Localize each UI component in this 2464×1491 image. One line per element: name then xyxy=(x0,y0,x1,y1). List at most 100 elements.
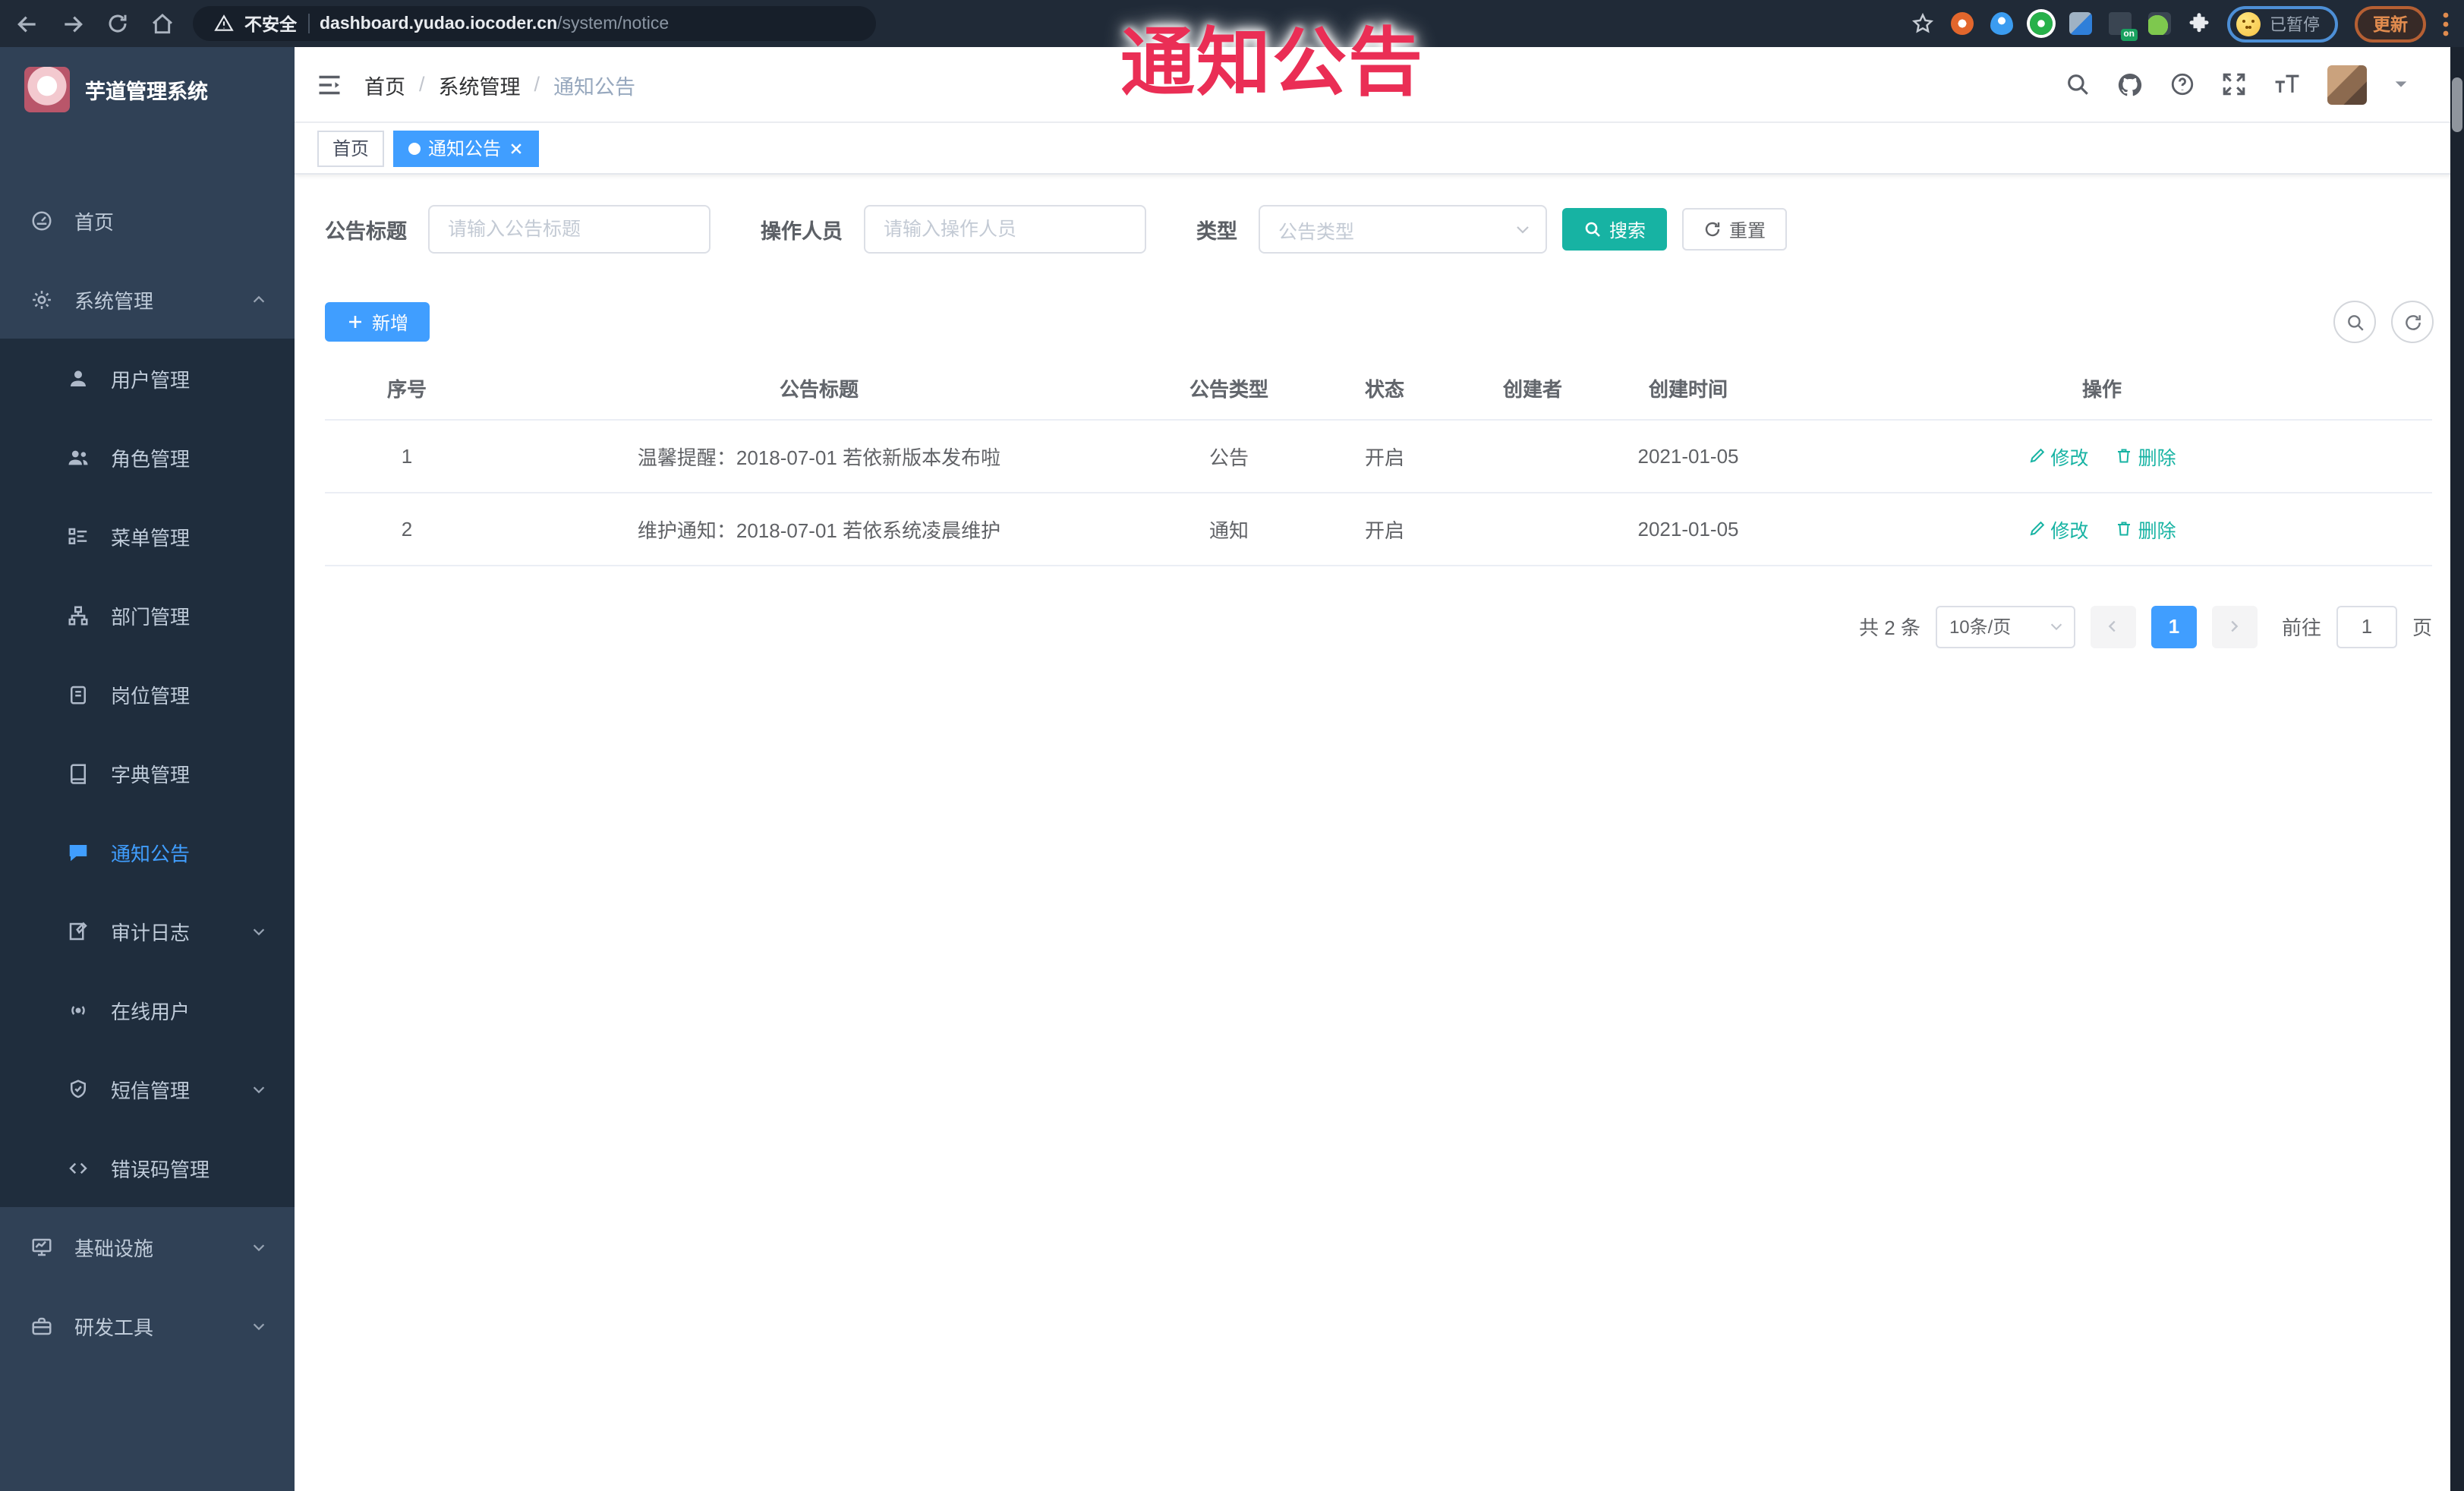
font-size-icon[interactable] xyxy=(2273,71,2302,97)
sidebar-item-infra[interactable]: 基础设施 xyxy=(0,1207,295,1286)
forward-icon[interactable] xyxy=(61,11,85,36)
prev-page-button[interactable] xyxy=(2090,605,2136,648)
table-row[interactable]: 1 温馨提醒：2018-07-01 若依新版本发布啦 公告 开启 2021-01… xyxy=(325,419,2432,493)
next-page-button[interactable] xyxy=(2211,605,2258,648)
home-icon[interactable] xyxy=(150,11,175,36)
refresh-table-button[interactable] xyxy=(2391,301,2434,343)
edit-button[interactable]: 修改 xyxy=(2028,514,2088,543)
notice-table: 序号 公告标题 公告类型 状态 创建者 创建时间 操作 1 温馨提醒：2018- xyxy=(325,358,2432,566)
chevron-up-icon xyxy=(250,291,267,307)
sidebar-item-online-users[interactable]: 在线用户 xyxy=(0,970,295,1049)
sidebar-item-error-codes[interactable]: 错误码管理 xyxy=(0,1128,295,1207)
chevron-down-icon xyxy=(1514,220,1532,238)
sidebar-item-menus[interactable]: 菜单管理 xyxy=(0,496,295,575)
hamburger-icon[interactable] xyxy=(316,71,343,98)
chevron-down-icon xyxy=(2048,618,2065,635)
sidebar-item-audit-log[interactable]: 审计日志 xyxy=(0,891,295,970)
page-number-1[interactable]: 1 xyxy=(2150,605,2197,648)
browser-update-button[interactable]: 更新 xyxy=(2355,5,2426,42)
operator-filter-label: 操作人员 xyxy=(761,220,843,243)
app-logo-row[interactable]: 芋道管理系统 xyxy=(0,47,295,132)
extension-icon-puzzle[interactable] xyxy=(2188,12,2210,35)
edit-icon xyxy=(2028,519,2046,537)
page-size-select[interactable]: 10条/页 xyxy=(1935,605,2075,648)
back-icon[interactable] xyxy=(15,11,39,36)
security-label: 不安全 xyxy=(244,16,297,34)
window-scrollbar[interactable] xyxy=(2450,47,2464,1491)
plus-icon xyxy=(346,313,364,331)
monitor-icon xyxy=(30,1235,53,1258)
trash-icon xyxy=(2116,519,2134,537)
chevron-down-icon xyxy=(250,922,267,939)
sidebar-item-posts[interactable]: 岗位管理 xyxy=(0,654,295,733)
dashboard-icon xyxy=(30,209,53,232)
extension-icon-sim[interactable]: on xyxy=(2109,12,2138,41)
goto-page-input[interactable] xyxy=(2336,605,2397,648)
tag-home[interactable]: 首页 xyxy=(317,130,385,166)
type-filter-label: 类型 xyxy=(1196,220,1237,243)
scrollbar-thumb[interactable] xyxy=(2452,77,2462,132)
sms-shield-icon xyxy=(67,1077,90,1100)
reset-button[interactable]: 重置 xyxy=(1682,208,1788,251)
type-filter-select[interactable]: 公告类型 xyxy=(1259,205,1547,254)
extension-icon-diamond[interactable] xyxy=(2069,12,2092,35)
operator-filter-input[interactable] xyxy=(864,205,1146,254)
delete-button[interactable]: 删除 xyxy=(2116,441,2176,470)
search-icon[interactable] xyxy=(2065,71,2091,97)
extension-icon-orange[interactable] xyxy=(1951,12,1974,35)
user-avatar[interactable] xyxy=(2327,65,2367,104)
sidebar-item-notice[interactable]: 通知公告 xyxy=(0,812,295,891)
breadcrumb-system[interactable]: 系统管理 xyxy=(439,69,521,99)
sidebar-item-depts[interactable]: 部门管理 xyxy=(0,575,295,654)
bookmark-star-icon[interactable] xyxy=(1911,12,1934,35)
url-text: dashboard.yudao.iocoder.cn/system/notice xyxy=(320,14,670,33)
sidebar-item-dev-tools[interactable]: 研发工具 xyxy=(0,1286,295,1365)
fullscreen-icon[interactable] xyxy=(2221,71,2247,97)
sidebar-item-sms[interactable]: 短信管理 xyxy=(0,1049,295,1128)
close-icon[interactable] xyxy=(509,140,524,156)
browser-profile-chip[interactable]: 已暂停 xyxy=(2227,5,2338,42)
sidebar-item-dict[interactable]: 字典管理 xyxy=(0,733,295,812)
col-index: 序号 xyxy=(325,358,489,420)
sidebar-item-system[interactable]: 系统管理 xyxy=(0,260,295,339)
address-bar[interactable]: 不安全 dashboard.yudao.iocoder.cn/system/no… xyxy=(193,6,876,41)
book-icon xyxy=(67,761,90,784)
app-title: 芋道管理系统 xyxy=(85,80,208,103)
col-status: 状态 xyxy=(1309,358,1460,420)
sidebar-item-users[interactable]: 用户管理 xyxy=(0,339,295,418)
refresh-icon xyxy=(2403,312,2422,332)
screen: 不安全 dashboard.yudao.iocoder.cn/system/no… xyxy=(0,0,2464,1491)
edit-button[interactable]: 修改 xyxy=(2028,441,2088,470)
chevron-down-icon xyxy=(250,1080,267,1097)
tag-notice[interactable]: 通知公告 xyxy=(393,130,540,166)
col-creator: 创建者 xyxy=(1460,358,1605,420)
reload-icon[interactable] xyxy=(106,12,129,35)
extension-icon-green[interactable] xyxy=(2030,12,2053,35)
tags-view: 首页 通知公告 xyxy=(295,123,2464,175)
extension-icon-sprout[interactable] xyxy=(2148,12,2171,35)
github-icon[interactable] xyxy=(2116,71,2144,98)
add-button[interactable]: 新增 xyxy=(325,302,430,342)
col-type: 公告类型 xyxy=(1149,358,1309,420)
toolbox-icon xyxy=(30,1314,53,1337)
col-created: 创建时间 xyxy=(1605,358,1772,420)
sidebar-item-home[interactable]: 首页 xyxy=(0,181,295,260)
sidebar-item-roles[interactable]: 角色管理 xyxy=(0,418,295,496)
url-divider xyxy=(307,14,309,33)
extension-icon-pin[interactable] xyxy=(1990,12,2013,35)
badge-icon xyxy=(67,682,90,705)
browser-menu-icon[interactable] xyxy=(2443,11,2449,36)
toggle-search-button[interactable] xyxy=(2333,301,2376,343)
delete-button[interactable]: 删除 xyxy=(2116,514,2176,543)
help-icon[interactable] xyxy=(2169,71,2195,97)
avatar-caret-icon[interactable] xyxy=(2393,76,2409,93)
title-filter-input[interactable] xyxy=(428,205,711,254)
table-row[interactable]: 2 维护通知：2018-07-01 若依系统凌晨维护 通知 开启 2021-01… xyxy=(325,492,2432,566)
col-actions: 操作 xyxy=(1772,358,2432,420)
warning-icon xyxy=(214,14,234,33)
audit-icon xyxy=(67,919,90,942)
notice-title: 温馨提醒：2018-07-01 若依新版本发布啦 xyxy=(489,419,1149,493)
breadcrumb-home[interactable]: 首页 xyxy=(364,69,405,99)
search-button[interactable]: 搜索 xyxy=(1562,208,1668,251)
trash-icon xyxy=(2116,446,2134,465)
